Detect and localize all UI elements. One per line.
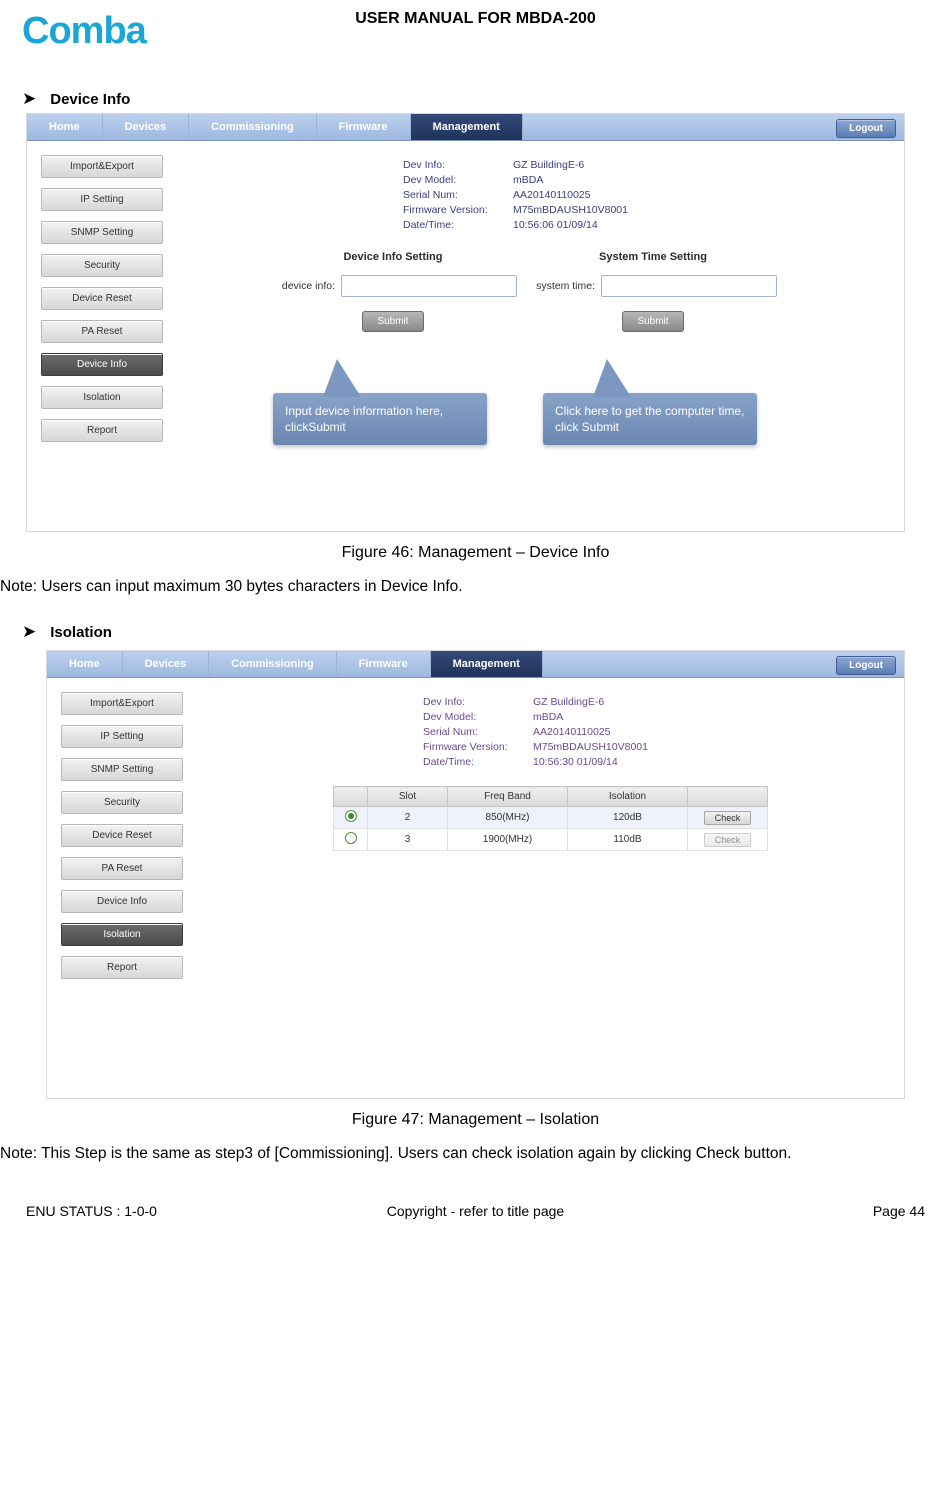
check-button[interactable]: Check <box>704 811 752 825</box>
section-header-system-time-setting: System Time Setting <box>523 251 783 263</box>
kv-key: Serial Num: <box>403 189 513 201</box>
tab-devices[interactable]: Devices <box>103 114 190 140</box>
kv-val: AA20140110025 <box>533 726 610 738</box>
kv-key: Dev Model: <box>403 174 513 186</box>
section-heading-device-info: Device Info <box>50 91 130 108</box>
sidebar-item-snmp-setting[interactable]: SNMP Setting <box>61 758 183 781</box>
cell-slot: 3 <box>368 829 448 851</box>
cell-slot: 2 <box>368 807 448 829</box>
kv-val: 10:56:06 01/09/14 <box>513 219 598 231</box>
tab-home[interactable]: Home <box>47 651 123 677</box>
footer-copyright: Copyright - refer to title page <box>26 1203 925 1219</box>
row-radio[interactable] <box>345 832 357 844</box>
note-isolation: Note: This Step is the same as step3 of … <box>0 1145 951 1163</box>
isolation-table: Slot Freq Band Isolation 2 850(MHz) 120d… <box>333 786 768 851</box>
tab-firmware[interactable]: Firmware <box>317 114 411 140</box>
sidebar-item-device-reset[interactable]: Device Reset <box>41 287 163 310</box>
check-button: Check <box>704 833 752 847</box>
col-freq-band: Freq Band <box>448 787 568 807</box>
kv-val: mBDA <box>533 711 563 723</box>
device-summary: Dev Info:GZ BuildingE-6 Dev Model:mBDA S… <box>423 696 880 768</box>
sidebar-item-pa-reset[interactable]: PA Reset <box>61 857 183 880</box>
tab-commissioning[interactable]: Commissioning <box>209 651 337 677</box>
sidebar: Import&Export IP Setting SNMP Setting Se… <box>47 678 223 1098</box>
callout-system-time: Click here to get the computer time, cli… <box>543 393 757 445</box>
tab-home[interactable]: Home <box>27 114 103 140</box>
device-info-label: device info: <box>263 280 335 292</box>
col-radio <box>334 787 368 807</box>
kv-key: Serial Num: <box>423 726 533 738</box>
sidebar-item-report[interactable]: Report <box>41 419 163 442</box>
submit-device-info-button[interactable]: Submit <box>362 311 423 332</box>
sidebar-item-ip-setting[interactable]: IP Setting <box>61 725 183 748</box>
figure-caption-47: Figure 47: Management – Isolation <box>0 1111 951 1129</box>
kv-key: Date/Time: <box>423 756 533 768</box>
footer-status: ENU STATUS : 1-0-0 <box>26 1203 157 1219</box>
sidebar-item-import-export[interactable]: Import&Export <box>61 692 183 715</box>
submit-system-time-button[interactable]: Submit <box>622 311 683 332</box>
kv-val: M75mBDAUSH10V8001 <box>513 204 628 216</box>
logout-button[interactable]: Logout <box>836 119 896 138</box>
figure-caption-46: Figure 46: Management – Device Info <box>0 544 951 562</box>
device-summary: Dev Info:GZ BuildingE-6 Dev Model:mBDA S… <box>403 159 880 231</box>
col-slot: Slot <box>368 787 448 807</box>
kv-key: Firmware Version: <box>403 204 513 216</box>
kv-val: GZ BuildingE-6 <box>513 159 584 171</box>
col-action <box>688 787 768 807</box>
col-isolation: Isolation <box>568 787 688 807</box>
kv-key: Firmware Version: <box>423 741 533 753</box>
sidebar-item-device-info[interactable]: Device Info <box>61 890 183 913</box>
tab-management[interactable]: Management <box>431 651 543 677</box>
tab-management[interactable]: Management <box>411 114 523 140</box>
cell-isolation: 110dB <box>568 829 688 851</box>
sidebar-item-snmp-setting[interactable]: SNMP Setting <box>41 221 163 244</box>
sidebar-item-pa-reset[interactable]: PA Reset <box>41 320 163 343</box>
sidebar-item-ip-setting[interactable]: IP Setting <box>41 188 163 211</box>
kv-val: mBDA <box>513 174 543 186</box>
sidebar-item-report[interactable]: Report <box>61 956 183 979</box>
callout-device-info: Input device information here, clickSubm… <box>273 393 487 445</box>
kv-key: Dev Model: <box>423 711 533 723</box>
doc-title: USER MANUAL FOR MBDA-200 <box>0 10 951 28</box>
table-row: 2 850(MHz) 120dB Check <box>334 807 768 829</box>
sidebar-item-isolation[interactable]: Isolation <box>41 386 163 409</box>
kv-val: M75mBDAUSH10V8001 <box>533 741 648 753</box>
tab-commissioning[interactable]: Commissioning <box>189 114 317 140</box>
sidebar-item-security[interactable]: Security <box>61 791 183 814</box>
system-time-input[interactable] <box>601 275 777 297</box>
sidebar-item-isolation[interactable]: Isolation <box>61 923 183 946</box>
table-row: 3 1900(MHz) 110dB Check <box>334 829 768 851</box>
top-nav: Home Devices Commissioning Firmware Mana… <box>27 114 904 141</box>
footer-page: Page 44 <box>873 1203 925 1219</box>
cell-band: 1900(MHz) <box>448 829 568 851</box>
kv-val: GZ BuildingE-6 <box>533 696 604 708</box>
row-radio[interactable] <box>345 810 357 822</box>
sidebar-item-security[interactable]: Security <box>41 254 163 277</box>
section-heading-isolation: Isolation <box>50 624 112 641</box>
tab-firmware[interactable]: Firmware <box>337 651 431 677</box>
cell-band: 850(MHz) <box>448 807 568 829</box>
note-device-info: Note: Users can input maximum 30 bytes c… <box>0 578 951 596</box>
kv-key: Dev Info: <box>423 696 533 708</box>
top-nav: Home Devices Commissioning Firmware Mana… <box>47 651 904 678</box>
kv-val: 10:56:30 01/09/14 <box>533 756 618 768</box>
sidebar-item-device-info[interactable]: Device Info <box>41 353 163 376</box>
kv-key: Dev Info: <box>403 159 513 171</box>
device-info-input[interactable] <box>341 275 517 297</box>
sidebar-item-import-export[interactable]: Import&Export <box>41 155 163 178</box>
kv-val: AA20140110025 <box>513 189 590 201</box>
system-time-label: system time: <box>523 280 595 292</box>
bullet-arrow-icon: ➤ <box>22 622 36 641</box>
sidebar-item-device-reset[interactable]: Device Reset <box>61 824 183 847</box>
sidebar: Import&Export IP Setting SNMP Setting Se… <box>27 141 203 531</box>
cell-isolation: 120dB <box>568 807 688 829</box>
bullet-arrow-icon: ➤ <box>22 89 36 108</box>
section-header-device-info-setting: Device Info Setting <box>263 251 523 263</box>
kv-key: Date/Time: <box>403 219 513 231</box>
logout-button[interactable]: Logout <box>836 656 896 675</box>
tab-devices[interactable]: Devices <box>123 651 210 677</box>
